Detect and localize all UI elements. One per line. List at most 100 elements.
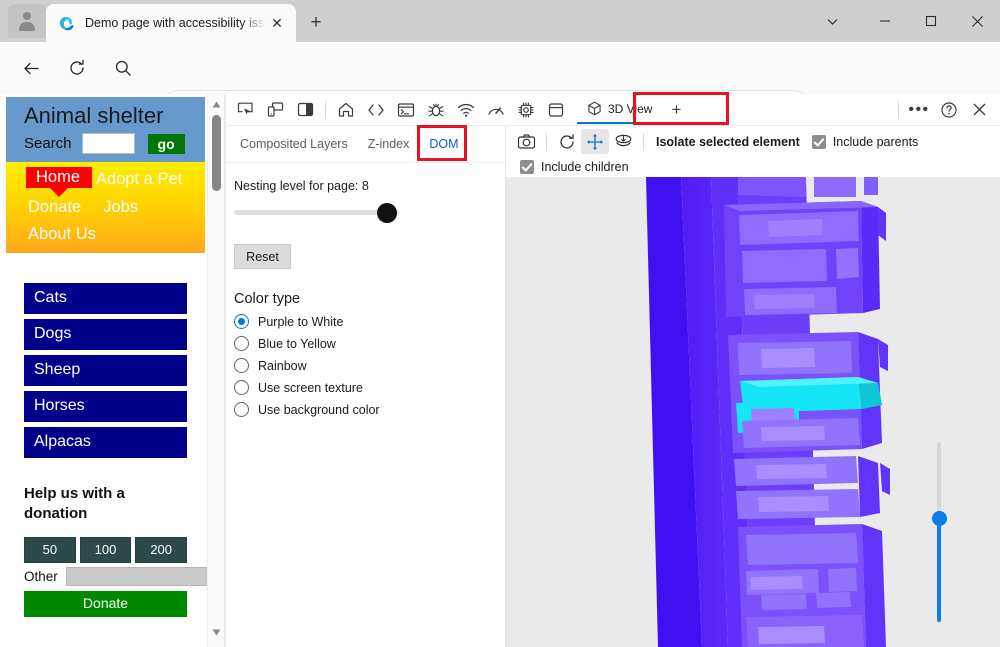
device-emulation-icon[interactable] (260, 95, 290, 125)
page-scrollbar[interactable] (207, 94, 224, 647)
radio-label-use-background-color: Use background color (258, 402, 380, 417)
cube-3d-icon (587, 101, 602, 116)
elements-icon[interactable] (361, 95, 391, 125)
amount-button-100[interactable]: 100 (79, 536, 132, 563)
toolbar-divider-right (898, 100, 899, 119)
network-icon[interactable] (451, 95, 481, 125)
back-arrow-icon[interactable] (14, 51, 48, 85)
nav-item-about[interactable]: About Us (24, 224, 100, 244)
go-button[interactable]: go (147, 133, 185, 154)
site-search-row: Search go (24, 133, 205, 155)
tab-actions-chevron-icon[interactable] (802, 0, 862, 42)
console-icon[interactable] (391, 95, 421, 125)
nesting-level-slider[interactable] (234, 200, 399, 226)
radio-purple-to-white[interactable]: Purple to White (234, 314, 505, 329)
refresh-icon[interactable] (60, 51, 94, 85)
category-item-alpacas[interactable]: Alpacas (24, 427, 187, 459)
zoom-slider[interactable] (932, 442, 947, 622)
subtab-composited-layers[interactable]: Composited Layers (230, 129, 358, 159)
sources-debugger-icon[interactable] (421, 95, 451, 125)
radio-rainbow[interactable]: Rainbow (234, 358, 505, 373)
maximize-button[interactable] (908, 0, 954, 42)
category-item-sheep[interactable]: Sheep (24, 355, 187, 387)
pan-move-icon[interactable] (581, 129, 609, 154)
view3d-settings-pane: Nesting level for page: 8 Reset Color ty… (226, 162, 505, 647)
slider-thumb[interactable] (377, 203, 397, 223)
help-button[interactable] (934, 95, 964, 125)
minimize-button[interactable] (862, 0, 908, 42)
new-tab-button[interactable]: + (302, 9, 330, 37)
site-header: Animal shelter Search go (6, 97, 205, 163)
application-icon[interactable] (541, 95, 571, 125)
include-parents-checkbox[interactable]: Include parents (811, 134, 919, 149)
edge-logo-icon (58, 15, 75, 32)
radio-button-icon[interactable] (234, 358, 249, 373)
include-parents-label: Include parents (832, 134, 919, 149)
radio-button-icon[interactable] (234, 336, 249, 351)
performance-icon[interactable] (481, 95, 511, 125)
radio-button-icon[interactable] (234, 314, 249, 329)
radio-button-icon[interactable] (234, 402, 249, 417)
reset-button[interactable]: Reset (234, 244, 291, 269)
tab-close-icon[interactable]: ✕ (266, 12, 288, 34)
dom-3d-canvas[interactable] (506, 177, 1000, 647)
radio-use-background-color[interactable]: Use background color (234, 402, 505, 417)
nav-item-adopt[interactable]: Adopt a Pet (92, 167, 186, 193)
scroll-down-arrow-icon[interactable] (208, 624, 224, 641)
category-item-dogs[interactable]: Dogs (24, 319, 187, 351)
zoom-slider-fill (937, 520, 941, 622)
checkbox-icon[interactable] (520, 159, 534, 174)
tab-3d-view-label: 3D View (608, 101, 653, 116)
page-content: Animal shelter Search go Home Adopt a Pe… (6, 97, 224, 617)
tab-title: Demo page with accessibility issu (85, 16, 266, 30)
welcome-home-icon[interactable] (331, 95, 361, 125)
slider-track (234, 210, 399, 215)
radio-label-blue-to-yellow: Blue to Yellow (258, 336, 336, 351)
flatten-layers-icon[interactable] (609, 129, 637, 154)
view3d-divider-2 (643, 132, 644, 151)
radio-label-purple-to-white: Purple to White (258, 314, 344, 329)
site-nav-row-1: Home Adopt a Pet (6, 167, 205, 198)
subtab-z-index[interactable]: Z-index (358, 129, 420, 159)
amount-button-200[interactable]: 200 (135, 536, 188, 563)
avatar-icon (17, 11, 37, 31)
reset-view-icon[interactable] (553, 129, 581, 154)
close-devtools-button[interactable] (964, 95, 994, 125)
donate-submit-button[interactable]: Donate (24, 590, 187, 617)
more-tools-button[interactable]: ••• (904, 95, 934, 125)
include-children-checkbox[interactable]: Include children (520, 159, 629, 174)
browser-tab[interactable]: Demo page with accessibility issu ✕ (46, 4, 296, 42)
search-input[interactable] (81, 133, 135, 155)
view3d-toolbar-row-1: Isolate selected element Include parents (512, 129, 1000, 154)
dock-side-icon[interactable] (290, 95, 320, 125)
scrollbar-thumb[interactable] (212, 115, 221, 191)
inspect-element-icon[interactable] (230, 95, 260, 125)
checkbox-icon[interactable] (811, 134, 826, 149)
radio-label-rainbow: Rainbow (258, 358, 307, 373)
subtab-dom[interactable]: DOM (419, 129, 468, 159)
tab-3d-view[interactable]: 3D View (577, 95, 663, 124)
category-item-cats[interactable]: Cats (24, 283, 187, 315)
nav-item-jobs[interactable]: Jobs (99, 195, 142, 221)
nav-item-home[interactable]: Home (26, 167, 93, 198)
devtools-toolbar: 3D View + ••• (226, 94, 1000, 126)
zoom-slider-thumb[interactable] (932, 511, 947, 526)
radio-button-icon[interactable] (234, 380, 249, 395)
scroll-up-arrow-icon[interactable] (208, 96, 224, 113)
memory-icon[interactable] (511, 95, 541, 125)
amount-button-50[interactable]: 50 (24, 536, 76, 563)
site-nav-row-2: Donate Jobs (6, 195, 205, 221)
category-list: Cats Dogs Sheep Horses Alpacas (6, 283, 205, 459)
close-window-button[interactable] (954, 0, 1000, 42)
add-panel-button[interactable]: + (662, 96, 690, 124)
other-amount-label: Other (24, 568, 58, 584)
profile-avatar-button[interactable] (8, 4, 46, 38)
search-icon[interactable] (106, 51, 140, 85)
include-children-label: Include children (541, 159, 629, 174)
nav-item-donate[interactable]: Donate (24, 195, 85, 221)
category-item-horses[interactable]: Horses (24, 391, 187, 423)
other-amount-input[interactable] (65, 566, 224, 586)
radio-use-screen-texture[interactable]: Use screen texture (234, 380, 505, 395)
radio-blue-to-yellow[interactable]: Blue to Yellow (234, 336, 505, 351)
screenshot-camera-icon[interactable] (512, 129, 540, 154)
